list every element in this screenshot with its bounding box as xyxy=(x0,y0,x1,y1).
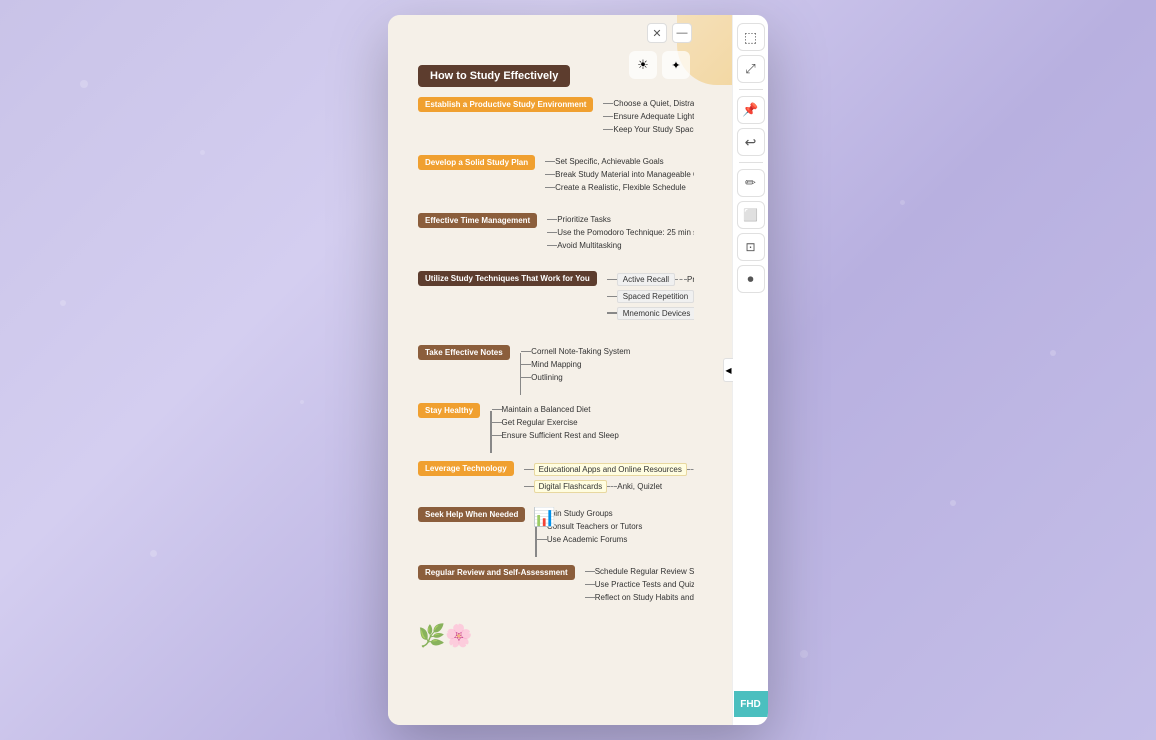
section-healthy: Stay Healthy Maintain a Balanced Diet Ge… xyxy=(418,403,694,453)
sparkle-icon-btn[interactable]: ✦ xyxy=(662,51,690,79)
section-establish-label: Establish a Productive Study Environment xyxy=(418,97,593,112)
section-develop-label: Develop a Solid Study Plan xyxy=(418,155,535,170)
border-btn[interactable]: ⬜ xyxy=(737,201,765,229)
crop-btn[interactable]: ⊡ xyxy=(737,233,765,261)
fullscreen-btn[interactable]: ⤢ xyxy=(737,55,765,83)
section-utilize: Utilize Study Techniques That Work for Y… xyxy=(418,271,694,337)
section-review: Regular Review and Self-Assessment Sched… xyxy=(418,565,694,615)
sidebar-divider-1 xyxy=(739,89,763,90)
section-tech: Leverage Technology Educational Apps and… xyxy=(418,461,694,499)
section-time: Effective Time Management Prioritize Tas… xyxy=(418,213,694,263)
select-tool-btn[interactable]: ⬚ xyxy=(737,23,765,51)
sidebar-collapse-btn[interactable]: ◀ xyxy=(723,358,733,382)
section-help-label: Seek Help When Needed xyxy=(418,507,525,522)
canvas-top-icons: ☀ ✦ xyxy=(629,51,690,79)
fhd-badge[interactable]: FHD xyxy=(734,691,768,717)
section-establish: Establish a Productive Study Environment… xyxy=(418,97,694,147)
plant-decoration: 🌿🌸 xyxy=(418,623,694,649)
section-tech-label: Leverage Technology xyxy=(418,461,514,476)
section-healthy-label: Stay Healthy xyxy=(418,403,480,418)
sun-icon-btn[interactable]: ☀ xyxy=(629,51,657,79)
section-utilize-label: Utilize Study Techniques That Work for Y… xyxy=(418,271,597,286)
section-review-label: Regular Review and Self-Assessment xyxy=(418,565,575,580)
mindmap-root: How to Study Effectively Establish a Pro… xyxy=(408,55,694,659)
window-controls: ✕ — xyxy=(647,23,692,43)
section-help: Seek Help When Needed 📊 Join Study Group… xyxy=(418,507,694,557)
minimize-button[interactable]: — xyxy=(672,23,692,43)
pen-btn[interactable]: ✏ xyxy=(737,169,765,197)
sidebar-divider-2 xyxy=(739,162,763,163)
section-time-label: Effective Time Management xyxy=(418,213,537,228)
canvas-area: ✕ — ☀ ✦ How to Study Effectively Establi… xyxy=(388,15,732,725)
section-notes-label: Take Effective Notes xyxy=(418,345,510,360)
undo-btn[interactable]: ↩ xyxy=(737,128,765,156)
app-window: ✕ — ☀ ✦ How to Study Effectively Establi… xyxy=(388,15,768,725)
record-btn[interactable]: ⏺ xyxy=(737,265,765,293)
close-button[interactable]: ✕ xyxy=(647,23,667,43)
mindmap-title: How to Study Effectively xyxy=(418,65,570,87)
mindmap-container[interactable]: How to Study Effectively Establish a Pro… xyxy=(408,55,694,725)
section-notes: Take Effective Notes Cornell Note-Taking… xyxy=(418,345,694,395)
right-sidebar: ◀ ⬚ ⤢ 📌 ↩ ✏ ⬜ ⊡ ⏺ FHD xyxy=(732,15,768,725)
section-develop: Develop a Solid Study Plan Set Specific,… xyxy=(418,155,694,205)
pin-btn[interactable]: 📌 xyxy=(737,96,765,124)
